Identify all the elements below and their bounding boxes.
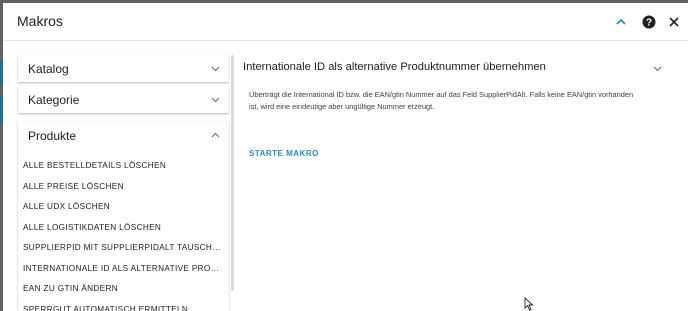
macro-item[interactable]: ALLE BESTELLDETAILS LÖSCHEN (18, 156, 229, 177)
macro-detail-header[interactable]: Internationale ID als alternative Produk… (243, 55, 673, 81)
macro-description: Überträgt die International ID bzw. die … (249, 90, 634, 111)
macro-category-list: Katalog Kategorie Produkte ALLE BESTELLD… (18, 55, 229, 311)
panel-katalog: Katalog (18, 55, 229, 82)
start-macro-button[interactable]: STARTE MAKRO (249, 149, 319, 158)
panel-produkte-header[interactable]: Produkte (18, 121, 229, 149)
panel-katalog-header[interactable]: Katalog (18, 55, 229, 82)
chevron-up-icon[interactable] (610, 11, 632, 33)
macro-item[interactable]: EAN ZU GTIN ÄNDERN (18, 279, 229, 300)
chevron-down-icon (653, 66, 662, 72)
macro-item[interactable]: ALLE LOGISTIKDATEN LÖSCHEN (18, 218, 229, 239)
makros-dialog: Makros ? Katalog Kategorie Produkte ALLE… (3, 3, 688, 311)
list-scrollbar[interactable] (231, 55, 234, 291)
panel-label: Katalog (28, 62, 69, 76)
macro-item[interactable]: ALLE UDX LÖSCHEN (18, 197, 229, 218)
dialog-header: Makros ? (3, 3, 688, 41)
macro-item[interactable]: SUPPLIERPID MIT SUPPLIERPIDALT TAUSCHEN (18, 238, 229, 259)
chevron-up-icon (211, 132, 220, 138)
panel-produkte: Produkte ALLE BESTELLDETAILS LÖSCHEN ALL… (18, 121, 229, 311)
close-icon[interactable] (663, 11, 685, 33)
chevron-down-icon (211, 66, 220, 72)
panel-kategorie: Kategorie (18, 86, 229, 113)
panel-label: Produkte (28, 129, 77, 143)
macro-detail-title: Internationale ID als alternative Produk… (243, 61, 546, 73)
macro-item[interactable]: ALLE PREISE LÖSCHEN (18, 177, 229, 198)
help-circle-icon[interactable]: ? (638, 11, 660, 33)
mouse-pointer-icon (524, 297, 534, 311)
chevron-down-icon (211, 97, 220, 103)
macro-detail: Internationale ID als alternative Produk… (243, 55, 673, 158)
macro-item[interactable]: SPERRGUT AUTOMATISCH ERMITTELN (18, 300, 229, 311)
svg-text:?: ? (646, 18, 652, 29)
macro-list: ALLE BESTELLDETAILS LÖSCHEN ALLE PREISE … (18, 156, 229, 311)
panel-kategorie-header[interactable]: Kategorie (18, 86, 229, 113)
panel-label: Kategorie (28, 93, 80, 107)
macro-item-selected[interactable]: INTERNATIONALE ID ALS ALTERNATIVE PRODUK… (18, 259, 229, 280)
dialog-title: Makros (17, 13, 63, 29)
